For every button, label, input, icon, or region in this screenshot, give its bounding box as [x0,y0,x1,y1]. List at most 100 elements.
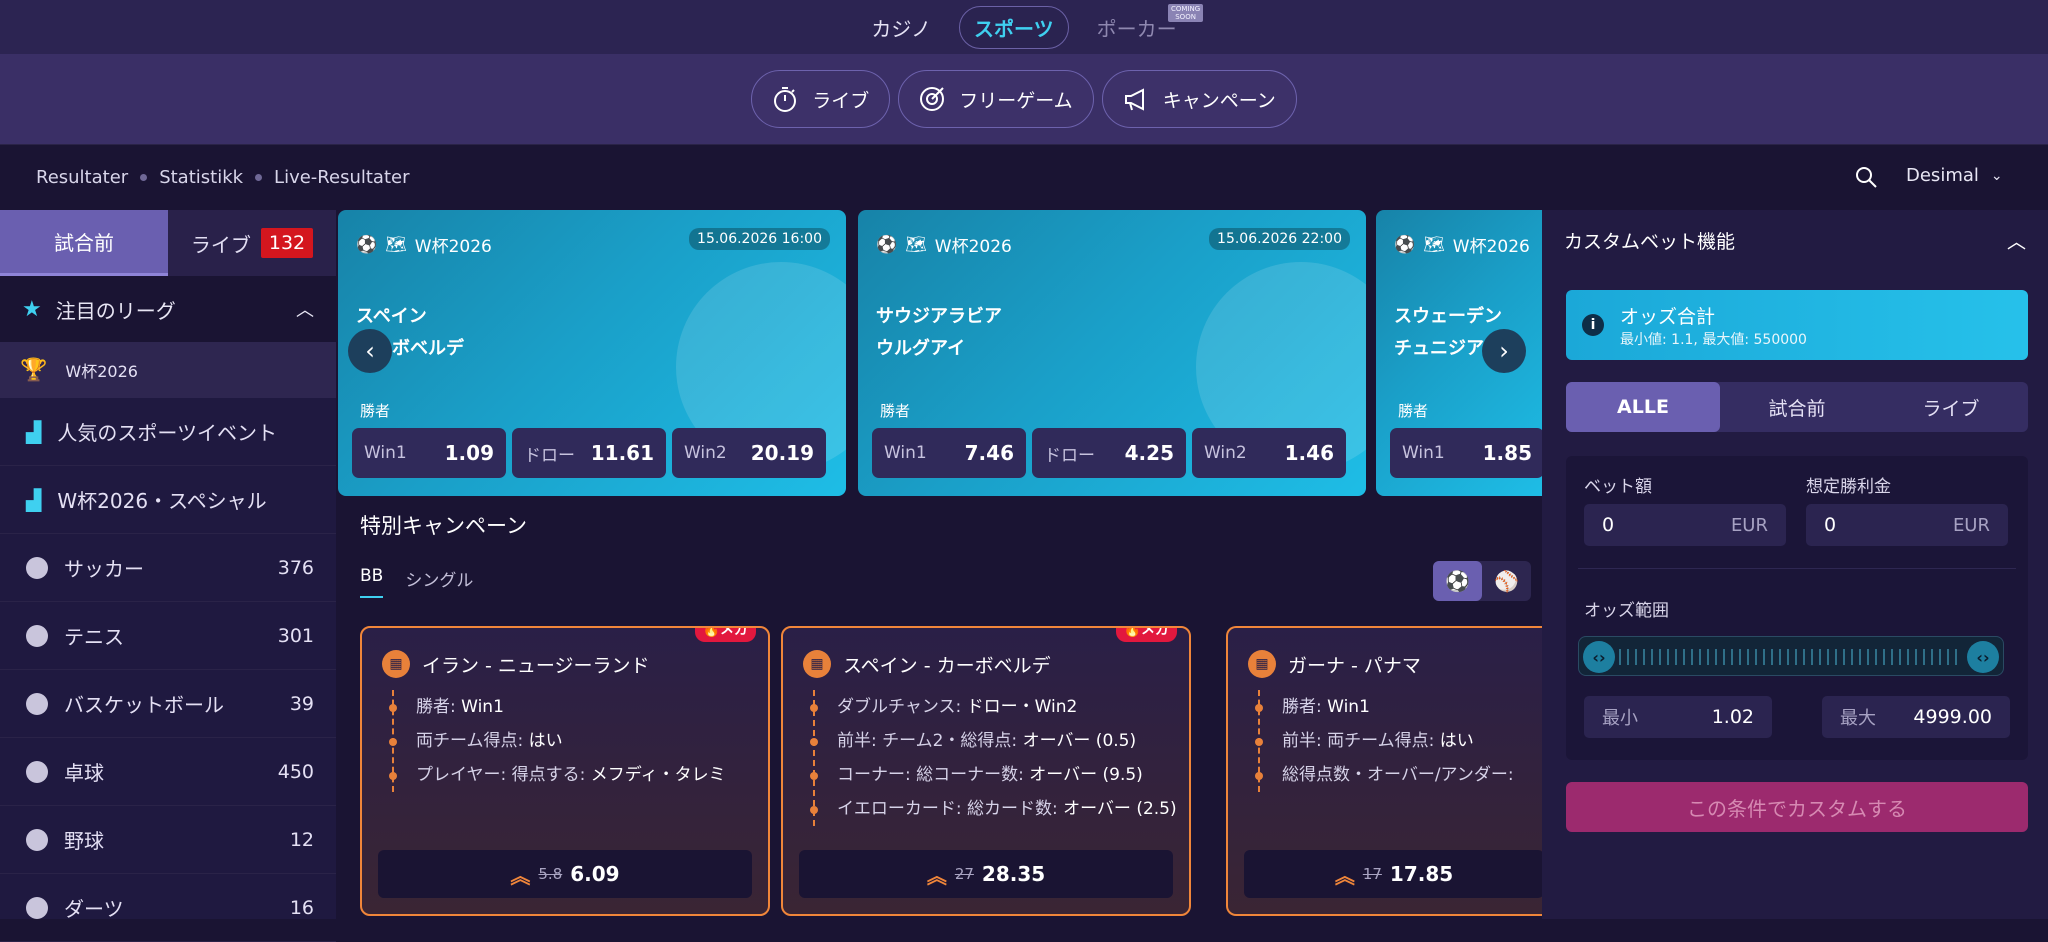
tab-live[interactable]: ライブ 132 [168,210,336,276]
selection-pick: ドロー・Win2 [966,697,1078,717]
tab-single[interactable]: シングル [405,566,473,598]
boosted-odds-button[interactable]: ︽ 5.8 6.09 [378,850,752,898]
payout-label: 想定勝利金 [1806,477,1891,497]
odds-button[interactable]: Win2 20.19 [672,428,826,478]
feature-bar: ライブ フリーゲーム キャンペーン [0,54,2048,144]
carousel-prev-button[interactable]: ‹ [348,329,392,373]
odds-button[interactable]: ドロー 11.61 [512,428,666,478]
stopwatch-icon [774,87,797,112]
tab-prematch[interactable]: 試合前 [1720,382,1874,432]
featured-leagues-header[interactable]: ★ 注目のリーグ ︿ [0,276,336,342]
team1-name: サウジアラビア [876,306,1002,327]
odds-button[interactable]: Win1 7.46 [872,428,1026,478]
slider-max-handle[interactable]: ‹› [1967,641,1999,673]
sidebar-item-baseball[interactable]: 野球 12 [0,806,336,874]
live-pill-button[interactable]: ライブ [751,70,891,128]
sidebar-item-table-tennis[interactable]: 卓球 450 [0,738,336,806]
sidebar-item-tennis[interactable]: テニス 301 [0,602,336,670]
tab-all[interactable]: ALLE [1566,382,1720,432]
selection-market: イエローカード: 総カード数: [837,799,1064,819]
odds-value: 1.09 [444,441,494,465]
match-card[interactable]: ⚽ 🗺 W杯2026 15.06.2026 16:00 スペイン カーボベルデ 勝者… [338,210,846,496]
match-card[interactable]: ⚽ 🗺 W杯2026 15.06.2026 22:00 サウジアラビア ウルグアイ … [858,210,1366,496]
soccer-filter-icon[interactable]: ⚽ [1433,561,1482,601]
odds-label: Win1 [1402,443,1445,463]
min-odds-input[interactable]: 最小 1.02 [1584,696,1772,738]
free-game-pill-button[interactable]: フリーゲーム [898,70,1094,128]
custom-bet-tabs: ALLE 試合前 ライブ [1566,382,2028,432]
sidebar-item-wc-special[interactable]: ▟ W杯2026・スペシャル [0,466,336,534]
odds-button[interactable]: Win1 1.85 [1390,428,1542,478]
nav-casino[interactable]: カジノ [857,7,945,48]
boost-up-icon: ︽ [510,863,531,888]
match-league: W杯2026 [1452,237,1530,257]
odds-format-select[interactable]: Desimal ⌄ [1906,165,2003,186]
market-label: 勝者 [1398,402,1429,420]
info-subtitle: 最小値: 1.1, 最大値: 550000 [1620,331,1807,348]
odds-button[interactable]: ドロー 4.25 [1032,428,1186,478]
odds-label: Win2 [1204,443,1247,463]
results-link[interactable]: Resultater [36,167,128,188]
old-odds: 5.8 [538,865,563,883]
sidebar-item-soccer[interactable]: サッカー 376 [0,534,336,602]
boosted-odds-button[interactable]: ︽ 27 28.35 [799,850,1173,898]
tab-bb[interactable]: BB [360,566,384,598]
bet-selection-list: 勝者: Win1 両チーム得点: はい プレイヤー: 得点する: メフディ・タレ… [389,690,726,792]
tab-prematch[interactable]: 試合前 [0,210,168,276]
market-label: 勝者 [360,402,391,420]
statistics-link[interactable]: Statistikk [159,167,243,188]
sidebar-item-label: テニス [64,625,124,649]
custom-bet-header[interactable]: カスタムベット機能 ︿ [1542,210,2048,270]
target-icon [920,87,945,111]
bet-builder-card[interactable]: 🔥メガ ▦ イラン - ニュージーランド 勝者: Win1 両チーム得点: はい … [360,626,770,916]
nav-sports[interactable]: スポーツ [959,5,1069,49]
free-game-pill-label: フリーゲーム [959,89,1073,112]
darts-icon [26,896,48,919]
custom-bet-title: カスタムベット機能 [1564,230,1736,253]
bet-selection: 両チーム得点: はい [389,724,726,758]
payout-input[interactable]: 0 EUR [1806,504,2008,546]
campaign-pill-button[interactable]: キャンペーン [1101,70,1297,128]
soccer-ball-icon: ⚽ [1394,234,1416,255]
odds-range-slider[interactable]: ‹› ‹› [1578,636,2004,676]
sidebar-item-basketball[interactable]: バスケットボール 39 [0,670,336,738]
bet-selection: 前半: チーム2・総得点: オーバー (0.5) [810,724,1177,758]
sidebar-item-label: 卓球 [64,761,104,785]
odds-button[interactable]: Win2 1.46 [1192,428,1346,478]
odds-format-value: Desimal [1906,165,1979,186]
match-date: 15.06.2026 22:00 [1209,228,1350,250]
customize-button[interactable]: この条件でカスタムする [1566,782,2028,832]
selection-pick: オーバー (9.5) [1029,765,1143,785]
baseball-filter-icon[interactable]: ⚾ [1482,561,1531,601]
sidebar-item-darts[interactable]: ダーツ 16 [0,874,336,942]
selection-pick: Win1 [1327,697,1370,717]
selection-pick: オーバー (0.5) [1022,731,1137,751]
sidebar-item-popular[interactable]: ▟ 人気のスポーツイベント [0,398,336,466]
bet-builder-card[interactable]: ▦ ガーナ - パナマ 勝者: Win1 前半: 両チーム得点: はい 総得点数・… [1226,626,1542,916]
odds-label: Win1 [364,443,407,463]
info-icon: i [1582,314,1604,336]
live-count-badge: 132 [260,228,314,258]
chevron-up-icon: ︿ [296,300,314,321]
podium-icon: ▟ [26,487,42,512]
stake-input[interactable]: 0 EUR [1584,504,1786,546]
tab-prematch-label: 試合前 [54,231,114,255]
odds-range-label: オッズ範囲 [1584,601,1669,621]
league-item[interactable]: 🏆 W杯2026 [0,342,336,398]
sub-nav: Resultater Statistikk Live-Resultater De… [0,144,2048,210]
new-odds: 28.35 [981,862,1046,886]
search-icon[interactable] [1854,165,1878,189]
bet-builder-card[interactable]: 🔥メガ ▦ スペイン - カーボベルデ ダブルチャンス: ドロー・Win2 前半:… [781,626,1191,916]
odds-button[interactable]: Win1 1.09 [352,428,506,478]
tab-live[interactable]: ライブ [1874,382,2028,432]
old-odds: 17 [1362,865,1382,883]
live-results-link[interactable]: Live-Resultater [274,167,409,188]
bet-builder-match: ガーナ - パナマ [1288,654,1421,677]
boosted-odds-button[interactable]: ︽ 17 17.85 [1244,850,1542,898]
carousel-next-button[interactable]: › [1482,329,1526,373]
bet-selection-list: 勝者: Win1 前半: 両チーム得点: はい 総得点数・オーバー/アンダー: [1255,690,1514,792]
max-odds-input[interactable]: 最大 4999.00 [1822,696,2010,738]
campaign-title: 特別キャンペーン [360,514,527,538]
slider-min-handle[interactable]: ‹› [1583,641,1615,673]
selection-pick: はい [528,731,563,751]
